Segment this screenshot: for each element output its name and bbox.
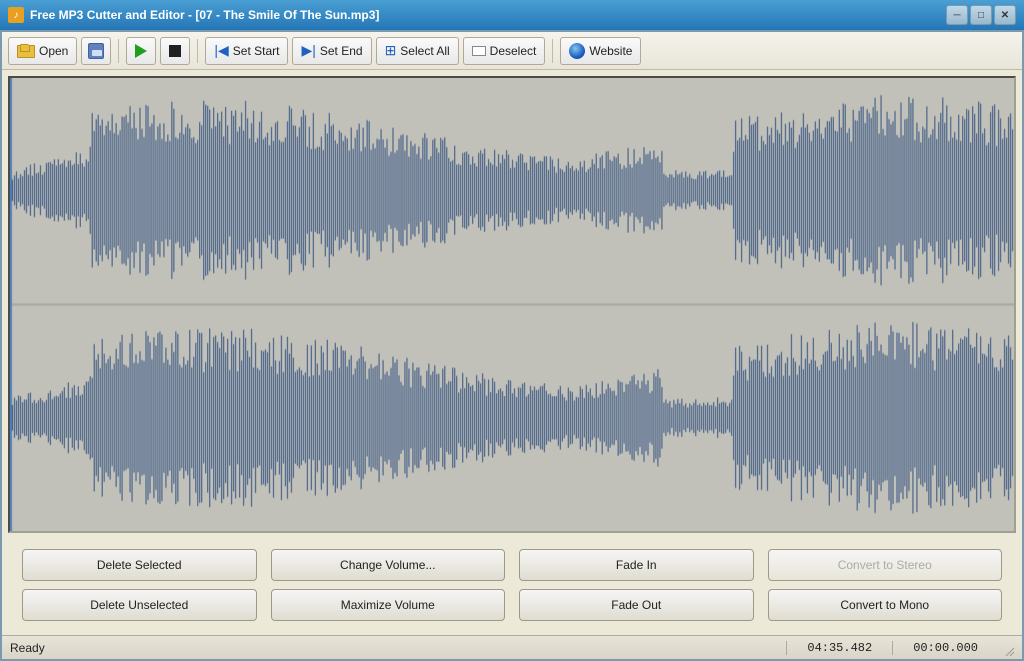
waveform-canvas[interactable] [10, 78, 1014, 531]
play-icon [135, 44, 147, 58]
time-position: 00:00.000 [892, 641, 998, 655]
select-all-button[interactable]: ⊞ Select All [376, 37, 459, 65]
open-label: Open [39, 44, 68, 58]
website-button[interactable]: Website [560, 37, 641, 65]
deselect-icon [472, 46, 486, 56]
set-end-label: Set End [320, 44, 363, 58]
buttons-area: Delete Selected Change Volume... Fade In… [2, 539, 1022, 635]
resize-grip [998, 640, 1014, 656]
separator-2 [197, 39, 198, 63]
maximize-button[interactable]: □ [970, 5, 992, 25]
waveform-container[interactable] [8, 76, 1016, 533]
status-time: 04:35.482 00:00.000 [786, 641, 998, 655]
stop-icon [169, 45, 181, 57]
separator-1 [118, 39, 119, 63]
grip-icon [1002, 644, 1014, 656]
title-bar: ♪ Free MP3 Cutter and Editor - [07 - The… [0, 0, 1024, 30]
save-icon [88, 43, 104, 59]
fade-in-button[interactable]: Fade In [519, 549, 754, 581]
select-all-label: Select All [400, 44, 449, 58]
status-text: Ready [10, 641, 786, 655]
website-icon [569, 43, 585, 59]
main-window: Open |◀ Set Start ▶| Set End ⊞ Select Al… [0, 30, 1024, 661]
separator-3 [552, 39, 553, 63]
title-bar-left: ♪ Free MP3 Cutter and Editor - [07 - The… [8, 7, 379, 23]
delete-selected-button[interactable]: Delete Selected [22, 549, 257, 581]
maximize-volume-button[interactable]: Maximize Volume [271, 589, 506, 621]
deselect-label: Deselect [490, 44, 537, 58]
title-bar-buttons: ─ □ ✕ [946, 5, 1016, 25]
close-button[interactable]: ✕ [994, 5, 1016, 25]
open-button[interactable]: Open [8, 37, 77, 65]
app-icon: ♪ [8, 7, 24, 23]
select-all-icon: ⊞ [385, 42, 397, 59]
fade-out-button[interactable]: Fade Out [519, 589, 754, 621]
set-end-button[interactable]: ▶| Set End [292, 37, 371, 65]
play-button[interactable] [126, 37, 156, 65]
delete-unselected-button[interactable]: Delete Unselected [22, 589, 257, 621]
minimize-button[interactable]: ─ [946, 5, 968, 25]
time-total: 04:35.482 [786, 641, 892, 655]
set-start-icon: |◀ [214, 42, 228, 59]
open-icon [17, 44, 35, 58]
set-start-button[interactable]: |◀ Set Start [205, 37, 288, 65]
status-bar: Ready 04:35.482 00:00.000 [2, 635, 1022, 659]
stop-button[interactable] [160, 37, 190, 65]
website-label: Website [589, 44, 632, 58]
save-button[interactable] [81, 37, 111, 65]
set-start-label: Set Start [233, 44, 280, 58]
convert-to-stereo-button[interactable]: Convert to Stereo [768, 549, 1003, 581]
convert-to-mono-button[interactable]: Convert to Mono [768, 589, 1003, 621]
change-volume-button[interactable]: Change Volume... [271, 549, 506, 581]
window-title: Free MP3 Cutter and Editor - [07 - The S… [30, 8, 379, 22]
toolbar: Open |◀ Set Start ▶| Set End ⊞ Select Al… [2, 32, 1022, 70]
set-end-icon: ▶| [301, 42, 315, 59]
deselect-button[interactable]: Deselect [463, 37, 546, 65]
